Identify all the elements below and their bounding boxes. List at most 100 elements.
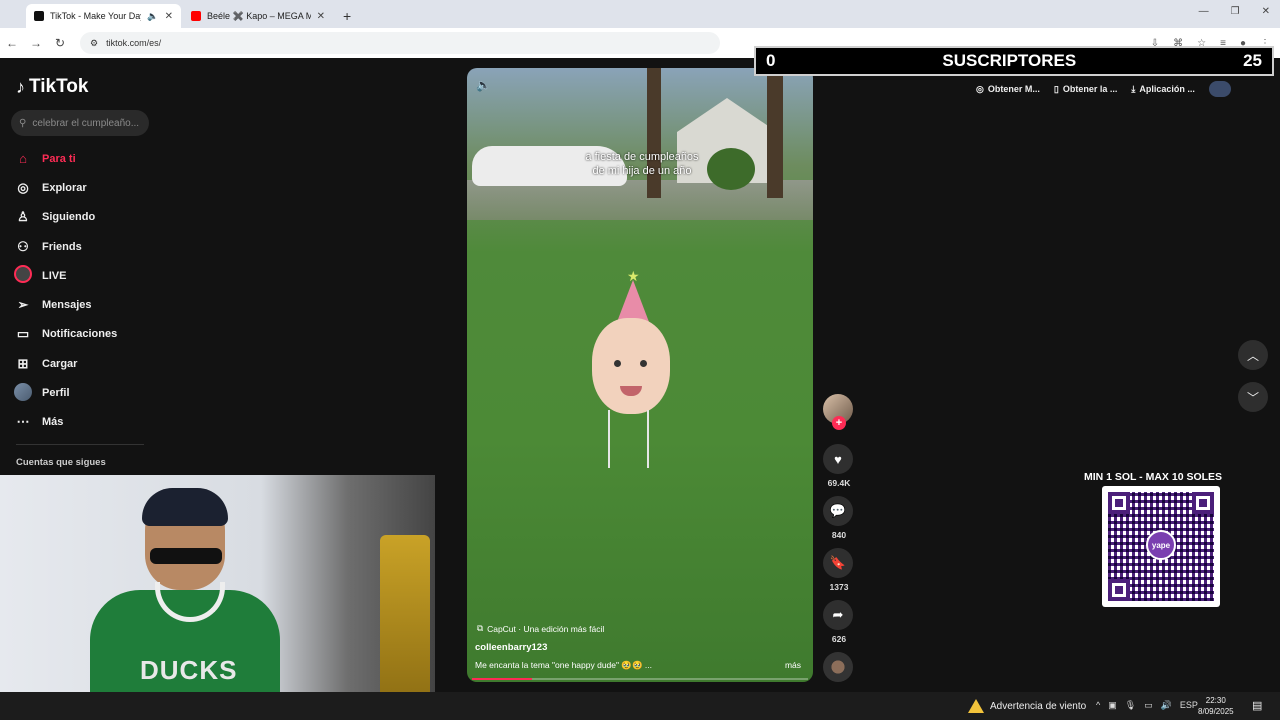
tiktok-favicon-icon bbox=[34, 11, 44, 21]
heart-icon: ♥ bbox=[834, 451, 842, 467]
like-button[interactable]: ♥ bbox=[823, 444, 853, 474]
close-tab-icon[interactable]: ✕ bbox=[317, 11, 325, 22]
next-video-button[interactable]: ﹀ bbox=[1238, 382, 1268, 412]
sidebar-item-label: Cargar bbox=[42, 357, 78, 370]
comment-icon: 💬 bbox=[829, 503, 847, 518]
mouth bbox=[620, 386, 642, 396]
new-tab-button[interactable]: + bbox=[343, 8, 351, 24]
volume-icon[interactable]: 🔈 bbox=[476, 78, 491, 92]
close-tab-icon[interactable]: ✕ bbox=[165, 11, 173, 22]
author-avatar[interactable]: + bbox=[823, 394, 853, 430]
music-disc-icon[interactable] bbox=[823, 652, 853, 682]
more-icon: ⋯ bbox=[16, 414, 30, 430]
comment-button[interactable]: 💬 bbox=[823, 496, 853, 526]
back-icon[interactable]: ← bbox=[0, 36, 24, 50]
tiktok-app: ♪ TikTok ⚲ celebrar el cumpleaño... ⌂ Pa… bbox=[0, 58, 1280, 720]
video-player[interactable]: 🔈 a fiesta de cumpleaños de mi hija de u… bbox=[467, 68, 813, 682]
network-icon[interactable]: ▭ bbox=[1144, 700, 1153, 711]
sidebar-item-label: Explorar bbox=[42, 181, 87, 194]
like-count: 69.4K bbox=[827, 478, 851, 488]
sidebar-item-label: Más bbox=[42, 416, 64, 429]
sidebar-nav: ⌂ Para ti ◎ Explorar ♙ Siguiendo ⚇ Frien… bbox=[14, 144, 154, 437]
tab-title: Beéle ✖️ Kapo – MEGA MIX 20... bbox=[207, 10, 311, 21]
top-right-actions: ◎ Obtener M... ▯ Obtener la ... ⤓ Aplicació… bbox=[976, 78, 1231, 100]
logo-text: TikTok bbox=[29, 76, 89, 97]
trophy bbox=[380, 535, 430, 715]
tab-tiktok[interactable]: TikTok - Make Your Day 🔈 ✕ bbox=[26, 4, 181, 28]
minimize-icon[interactable]: — bbox=[1199, 6, 1209, 17]
microphone-icon[interactable]: 🎙 bbox=[1125, 700, 1136, 711]
clock[interactable]: 22:30 8/09/2025 bbox=[1198, 695, 1234, 717]
capcut-label: CapCut · Una edición más fácil bbox=[487, 623, 605, 634]
restore-icon[interactable]: ❐ bbox=[1231, 6, 1240, 17]
video-description: Me encanta la tema "one happy dude" 🥹🥹 .… bbox=[475, 660, 652, 670]
yape-qr-code: yape bbox=[1102, 486, 1220, 607]
sidebar-item-friends[interactable]: ⚇ Friends bbox=[14, 232, 154, 261]
star-icon: ★ bbox=[627, 268, 640, 284]
volume-icon[interactable]: 🔊 bbox=[1161, 700, 1172, 711]
donation-title: MIN 1 SOL - MAX 10 SOLES bbox=[1083, 471, 1223, 483]
sidebar-item-label: Friends bbox=[42, 240, 82, 253]
sidebar-item-live[interactable]: LIVE bbox=[14, 261, 154, 290]
get-coins-button[interactable]: ◎ Obtener M... bbox=[976, 84, 1040, 95]
video-road bbox=[467, 180, 813, 220]
save-button[interactable]: 🔖 bbox=[823, 548, 853, 578]
tiktok-logo[interactable]: ♪ TikTok bbox=[16, 76, 88, 98]
sidebar-item-perfil[interactable]: Perfil bbox=[14, 378, 154, 407]
chevron-up-icon[interactable]: ^ bbox=[1096, 700, 1100, 711]
get-app-button[interactable]: ▯ Obtener la ... bbox=[1054, 84, 1117, 95]
date: 8/09/2025 bbox=[1198, 707, 1234, 716]
live-icon bbox=[14, 265, 32, 286]
subscriber-goal: 25 bbox=[1243, 51, 1262, 70]
tab-title: TikTok - Make Your Day bbox=[50, 11, 142, 21]
download-icon: ⤓ bbox=[1131, 83, 1136, 94]
warning-icon bbox=[968, 699, 984, 713]
url-field[interactable]: ⚙ tiktok.com/es/ bbox=[80, 32, 720, 54]
time: 22:30 bbox=[1205, 696, 1226, 705]
video-progress-bar[interactable] bbox=[472, 678, 808, 680]
yape-logo: yape bbox=[1146, 530, 1176, 560]
stick bbox=[608, 410, 610, 468]
qr-finder bbox=[1192, 492, 1214, 514]
stick bbox=[647, 410, 649, 468]
video-author[interactable]: colleenbarry123 bbox=[475, 642, 547, 653]
sidebar-item-notificaciones[interactable]: ▭ Notificaciones bbox=[14, 320, 154, 349]
desktop-app-button[interactable]: ⤓ Aplicación ... bbox=[1131, 84, 1195, 95]
sidebar-item-mensajes[interactable]: ➢ Mensajes bbox=[14, 290, 154, 319]
capcut-anchor[interactable]: ⧉ CapCut · Una edición más fácil bbox=[477, 623, 604, 634]
app-tray-icon[interactable]: ▣ bbox=[1108, 700, 1117, 711]
button-label: Aplicación ... bbox=[1139, 84, 1195, 94]
language-indicator[interactable]: ESP bbox=[1180, 700, 1198, 711]
site-info-icon[interactable]: ⚙ bbox=[90, 38, 98, 49]
forward-icon[interactable]: → bbox=[24, 36, 48, 50]
youtube-favicon-icon bbox=[191, 11, 201, 21]
friends-icon: ⚇ bbox=[17, 238, 29, 254]
speaker-icon[interactable]: 🔈 bbox=[147, 11, 158, 22]
more-link[interactable]: más bbox=[785, 660, 801, 670]
tab-youtube[interactable]: Beéle ✖️ Kapo – MEGA MIX 20... ✕ bbox=[183, 4, 333, 28]
previous-video-button[interactable]: ︿ bbox=[1238, 340, 1268, 370]
share-button[interactable]: ➦ bbox=[823, 600, 853, 630]
follow-plus-icon[interactable]: + bbox=[832, 416, 846, 430]
sidebar-item-para-ti[interactable]: ⌂ Para ti bbox=[14, 144, 154, 173]
qr-pattern: yape bbox=[1108, 492, 1214, 601]
chevron-up-icon: ︿ bbox=[1246, 348, 1259, 363]
user-avatar[interactable] bbox=[1208, 81, 1231, 97]
streamer-hair bbox=[142, 488, 228, 526]
party-hat bbox=[617, 280, 649, 322]
sidebar-item-label: Para ti bbox=[42, 152, 76, 165]
eye bbox=[614, 360, 621, 367]
baby-face-cutout bbox=[592, 318, 670, 414]
following-accounts-title: Cuentas que sigues bbox=[16, 457, 106, 468]
reload-icon[interactable]: ↻ bbox=[48, 36, 72, 50]
sidebar-item-explorar[interactable]: ◎ Explorar bbox=[14, 173, 154, 202]
sidebar-item-cargar[interactable]: ⊞ Cargar bbox=[14, 349, 154, 378]
sidebar-item-mas[interactable]: ⋯ Más bbox=[14, 408, 154, 437]
search-input[interactable]: ⚲ celebrar el cumpleaño... bbox=[11, 110, 149, 136]
close-window-icon[interactable]: ✕ bbox=[1262, 6, 1270, 17]
weather-widget[interactable]: Advertencia de viento bbox=[968, 699, 1086, 713]
weather-text: Advertencia de viento bbox=[990, 700, 1087, 712]
notification-icon[interactable]: ▤ bbox=[1252, 699, 1262, 712]
notifications-icon: ▭ bbox=[16, 326, 30, 342]
sidebar-item-siguiendo[interactable]: ♙ Siguiendo bbox=[14, 203, 154, 232]
